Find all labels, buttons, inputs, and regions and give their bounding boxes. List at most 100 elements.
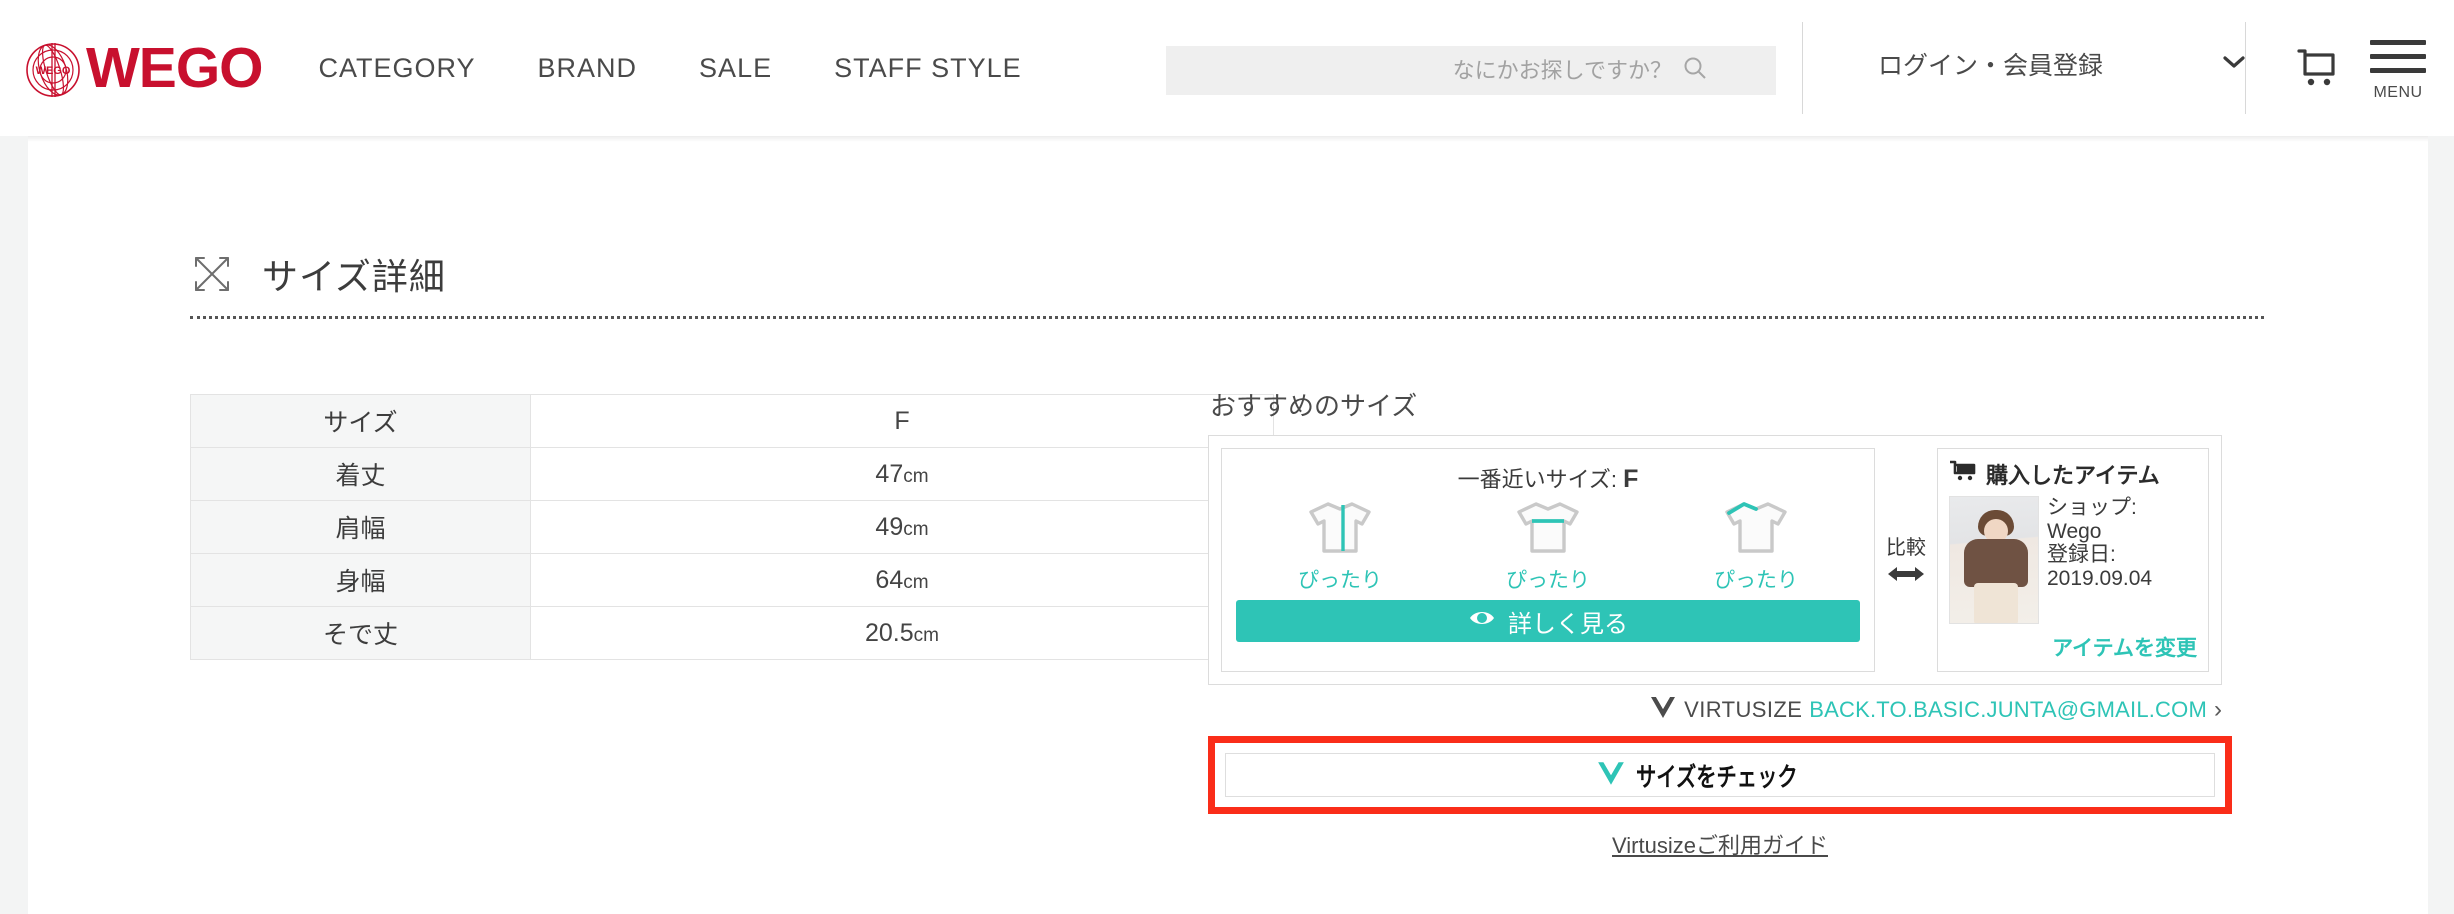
main-navigation: CATEGORY BRAND SALE STAFF STYLE [319, 53, 1084, 84]
table-row-label: 身幅 [190, 553, 531, 607]
table-row: 身幅 64cm [190, 553, 1274, 607]
size-detail-table: サイズ F 着丈 47cm 肩幅 49cm 身幅 64cm そで丈 20.5cm [190, 394, 1274, 660]
value-number: F [894, 406, 910, 435]
value-number: 47 [875, 459, 904, 488]
table-row-label: そで丈 [190, 606, 531, 660]
account-dropdown[interactable]: ログイン・会員登録 [1878, 46, 2248, 82]
compare-label: 比較 [1886, 537, 1926, 559]
search-bar[interactable] [1166, 46, 1776, 95]
purchased-item-body: ショップ: Wego 登録日: 2019.09.04 [1949, 496, 2197, 624]
value-unit: cm [903, 518, 929, 540]
value-unit: cm [913, 624, 939, 646]
page-content: サイズ詳細 サイズ F 着丈 47cm 肩幅 49cm 身幅 64cm そで丈 … [28, 136, 2428, 914]
svg-text:WEGO: WEGO [36, 65, 71, 77]
hamburger-menu-button[interactable]: MENU [2370, 40, 2426, 102]
page-title: サイズ詳細 [262, 256, 446, 298]
purchased-item-panel: 購入したアイテム ショップ: Wego 登録日: 2019.09.04 アイテム… [1937, 448, 2209, 672]
virtusize-account-row[interactable]: VIRTUSIZE BACK.TO.BASIC.JUNTA@GMAIL.COM … [1208, 694, 2222, 726]
fit-item-width: ぴったり [1468, 496, 1628, 594]
table-row: 着丈 47cm [190, 447, 1274, 501]
tshirt-width-icon [1511, 496, 1585, 563]
value-number: 64 [875, 565, 904, 594]
shop-value: Wego [2047, 519, 2102, 543]
thumbnail-shape [1974, 583, 2018, 623]
nav-item-sale[interactable]: SALE [699, 53, 772, 84]
site-header: WEGO WEGO CATEGORY BRAND SALE STAFF STYL… [0, 0, 2454, 136]
hamburger-bar [2370, 40, 2426, 45]
chevron-right-icon[interactable]: › [2214, 696, 2222, 724]
virtusize-card: 一番近いサイズ: F ぴったり ぴったり ぴったり 詳しく見る 比較 購入したア… [1208, 435, 2222, 685]
virtusize-account-email[interactable]: BACK.TO.BASIC.JUNTA@GMAIL.COM [1809, 697, 2207, 723]
table-row-value: 64cm [530, 553, 1274, 607]
left-right-arrow-icon [1886, 564, 1926, 589]
cart-icon [1949, 459, 1977, 489]
fit-label: ぴったり [1506, 569, 1590, 592]
account-label: ログイン・会員登録 [1878, 52, 2104, 80]
site-logo[interactable]: WEGO WEGO [22, 37, 263, 99]
check-size-label: サイズをチェック [1636, 761, 1799, 792]
virtusize-v-icon [1596, 758, 1626, 793]
table-row-label: 着丈 [190, 447, 531, 501]
check-size-button[interactable]: サイズをチェック [1225, 753, 2215, 797]
fit-label: ぴったり [1298, 569, 1382, 592]
table-row-value: 47cm [530, 447, 1274, 501]
cart-icon[interactable] [2290, 44, 2340, 99]
table-row-label: 肩幅 [190, 500, 531, 554]
tshirt-shoulder-icon [1719, 496, 1793, 563]
value-unit: cm [903, 571, 929, 593]
purchased-item-title: 購入したアイテム [1986, 463, 2160, 488]
view-details-label: 詳しく見る [1508, 610, 1628, 638]
hamburger-bar [2370, 54, 2426, 59]
registered-date-label: 登録日: [2047, 543, 2116, 567]
value-number: 20.5 [865, 618, 914, 647]
header-divider [1802, 22, 1803, 114]
virtusize-fit-panel: 一番近いサイズ: F ぴったり ぴったり ぴったり 詳しく見る [1221, 448, 1875, 672]
search-icon[interactable] [1682, 55, 1708, 86]
hamburger-bar [2370, 68, 2426, 73]
fit-item-length: ぴったり [1260, 496, 1420, 594]
table-row: サイズ F [190, 394, 1274, 448]
table-row: そで丈 20.5cm [190, 606, 1274, 660]
thumbnail-shape [1964, 539, 2028, 587]
virtusize-brand-label: VIRTUSIZE [1684, 697, 1803, 722]
wego-emblem-icon: WEGO [22, 37, 84, 99]
view-details-button[interactable]: 詳しく見る [1236, 600, 1860, 642]
wego-wordmark: WEGO [86, 35, 263, 100]
menu-label: MENU [2373, 84, 2423, 101]
registered-date-value: 2019.09.04 [2047, 566, 2153, 590]
tshirt-length-icon [1303, 496, 1377, 563]
table-row-value: 49cm [530, 500, 1274, 554]
shop-label: ショップ: [2047, 496, 2137, 519]
virtusize-guide-link[interactable]: Virtusizeご利用ガイド [1612, 833, 1828, 858]
virtusize-widget: おすすめのサイズ 一番近いサイズ: F ぴったり ぴったり ぴったり 詳しく見る… [1208, 386, 2264, 860]
best-size-line: 一番近いサイズ: F [1236, 462, 1860, 494]
search-input[interactable] [1234, 56, 1674, 85]
fit-icons-row: ぴったり ぴったり ぴったり [1236, 496, 1860, 594]
fit-item-shoulder: ぴったり [1676, 496, 1836, 594]
best-size-value: F [1623, 465, 1639, 493]
table-row-label: サイズ [190, 394, 531, 448]
virtusize-guide-row: Virtusizeご利用ガイド [1208, 828, 2232, 860]
purchased-item-header: 購入したアイテム [1949, 458, 2197, 490]
table-row-value: F [530, 394, 1274, 448]
compare-indicator: 比較 [1875, 448, 1937, 672]
value-unit: cm [903, 465, 929, 487]
resize-diagonal-icon [190, 252, 234, 296]
recommended-size-heading: おすすめのサイズ [1210, 391, 1418, 421]
table-row: 肩幅 49cm [190, 500, 1274, 554]
change-item-link[interactable]: アイテムを変更 [1949, 632, 2197, 662]
fit-label: ぴったり [1714, 569, 1798, 592]
table-row-value: 20.5cm [530, 606, 1274, 660]
eye-icon [1468, 607, 1496, 635]
title-divider [190, 316, 2264, 319]
nav-item-staff-style[interactable]: STAFF STYLE [834, 53, 1022, 84]
page-title-row: サイズ詳細 [190, 224, 446, 324]
best-size-prefix: 一番近いサイズ: [1457, 467, 1618, 492]
value-number: 49 [875, 512, 904, 541]
chevron-down-icon[interactable] [2220, 53, 2248, 76]
purchased-item-thumbnail[interactable] [1949, 496, 2039, 624]
nav-item-category[interactable]: CATEGORY [319, 53, 476, 84]
page-top-shadow [28, 136, 2428, 142]
virtusize-v-icon [1649, 694, 1677, 726]
nav-item-brand[interactable]: BRAND [538, 53, 638, 84]
